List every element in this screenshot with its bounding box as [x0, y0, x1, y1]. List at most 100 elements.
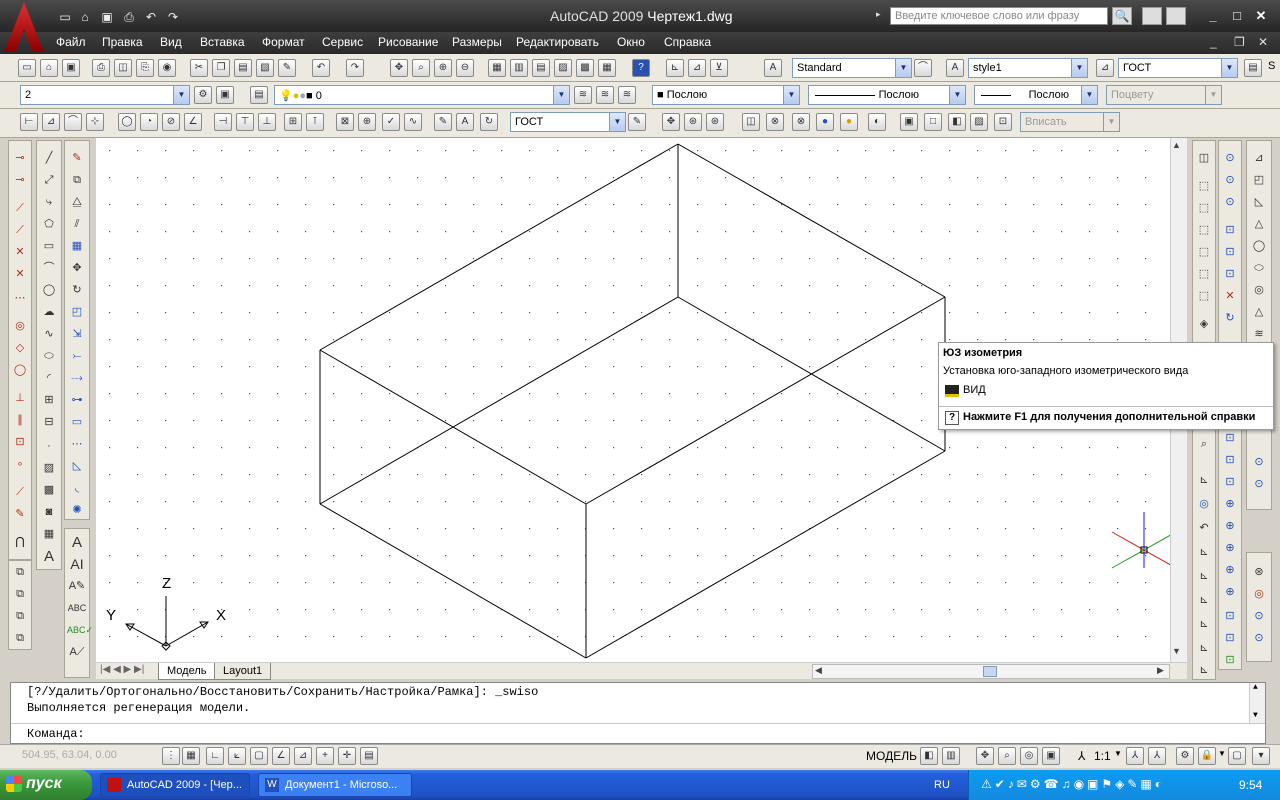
hatch-icon[interactable]: ▨	[39, 459, 59, 478]
chamfer-icon[interactable]: ◺	[67, 457, 87, 476]
new-layout-icon[interactable]: ⧉	[10, 563, 30, 582]
materials-icon[interactable]: ⊙	[1249, 475, 1269, 494]
dim-diameter-icon[interactable]: ⊘	[162, 113, 180, 131]
stretch-icon[interactable]: ⇲	[67, 325, 87, 344]
status-menu-icon[interactable]: ▾	[1252, 747, 1270, 765]
make-block-icon[interactable]: ⊟	[39, 413, 59, 432]
trim-icon[interactable]: ⤚	[67, 347, 87, 366]
line-icon[interactable]: ╱	[39, 149, 59, 168]
grid-mode-icon[interactable]: ▦	[182, 747, 200, 765]
dim-continue-icon[interactable]: ⊥	[258, 113, 276, 131]
block-editor-icon[interactable]: ✎	[278, 59, 296, 77]
new-file-icon[interactable]: ▭	[55, 9, 75, 25]
front-view-icon[interactable]: ⬚	[1194, 265, 1214, 284]
linetype-select[interactable]: Послою ▼	[808, 85, 966, 105]
auto-scale-icon[interactable]: ⅄	[1148, 747, 1166, 765]
revision-cloud-icon[interactable]: ☁	[39, 303, 59, 322]
properties-icon[interactable]: ▦	[488, 59, 506, 77]
cut-icon[interactable]: ✂	[190, 59, 208, 77]
menu-help[interactable]: Справка	[664, 35, 711, 49]
maximize-icon[interactable]: □	[1228, 8, 1246, 24]
3d-mirror-icon[interactable]: ⊡	[1220, 607, 1240, 626]
ucs-object-icon[interactable]: ⊾	[1194, 567, 1214, 586]
page-setup-icon[interactable]: ⧉	[10, 607, 30, 626]
construction-line-icon[interactable]: ⤢	[39, 171, 59, 190]
3d-orbit-icon[interactable]: ⊛	[684, 113, 702, 131]
multileader-style-icon[interactable]: ▤	[1244, 59, 1262, 77]
polygonal-viewport-icon[interactable]: ◧	[948, 113, 966, 131]
communication-center-icon[interactable]: ✆	[1142, 7, 1162, 25]
table-icon[interactable]: ▦	[39, 525, 59, 544]
make-current-icon[interactable]: ≋	[574, 86, 592, 104]
ucs-view-icon[interactable]: ⊾	[1194, 591, 1214, 610]
snap-insert-icon[interactable]: ⊡	[10, 433, 30, 452]
ucs-face-icon[interactable]: ⊾	[1194, 543, 1214, 562]
lineweight-select[interactable]: Послою ▼	[974, 85, 1098, 105]
search-expand-icon[interactable]: ▸	[876, 9, 881, 20]
snap-intersection-icon[interactable]: ✕	[10, 243, 30, 262]
clean-screen-icon[interactable]: ▢	[1228, 747, 1246, 765]
taskbar-autocad[interactable]: AutoCAD 2009 - [Чер...	[100, 773, 250, 797]
snap-perpendicular-icon[interactable]: ⊥	[10, 389, 30, 408]
ortho-mode-icon[interactable]: ∟	[206, 747, 224, 765]
left-view-icon[interactable]: ⬚	[1194, 221, 1214, 240]
open-file-icon[interactable]: ⌂	[75, 9, 95, 25]
dim-baseline-icon[interactable]: ⊤	[236, 113, 254, 131]
redo-icon[interactable]: ↷	[163, 9, 183, 25]
viewport-dialog-icon[interactable]: ▣	[900, 113, 918, 131]
layer-state-icon[interactable]: ≋	[618, 86, 636, 104]
chevron-down-icon[interactable]: ▼	[1114, 749, 1122, 758]
3d-move-icon[interactable]: ⊕	[1220, 495, 1240, 514]
layer-previous-icon[interactable]: ≋	[596, 86, 614, 104]
coordinates-readout[interactable]: 504.95, 63.04, 0.00	[22, 749, 117, 761]
mtext-icon[interactable]: A	[39, 547, 59, 566]
point-icon[interactable]: ·	[39, 437, 59, 456]
slice-icon[interactable]: ⊡	[1220, 629, 1240, 648]
dim-linear-icon[interactable]: ⊢	[20, 113, 38, 131]
scroll-right-icon[interactable]: ▶	[1157, 665, 1164, 676]
revolve-icon[interactable]: ✕	[1220, 287, 1240, 306]
osnap-settings-icon[interactable]: ⋂	[10, 533, 30, 552]
redo-icon[interactable]: ↷	[346, 59, 364, 77]
jogged-linear-icon[interactable]: ∿	[404, 113, 422, 131]
clip-viewport-icon[interactable]: ⊡	[994, 113, 1012, 131]
doc-close-icon[interactable]: ✕	[1258, 35, 1268, 49]
polygon-icon[interactable]: ⬠	[39, 215, 59, 234]
tab-layout1[interactable]: Layout1	[214, 663, 272, 680]
command-scrollbar[interactable]: ▲ ▼	[1249, 683, 1265, 723]
sweep-icon[interactable]: ⊡	[1220, 265, 1240, 284]
join-icon[interactable]: ⋯	[67, 435, 87, 454]
copy-icon[interactable]: ❐	[212, 59, 230, 77]
scroll-down-icon[interactable]: ▼	[1253, 711, 1258, 720]
wedge-solid-icon[interactable]: ◺	[1249, 193, 1269, 212]
offset-icon[interactable]: ⫽	[67, 215, 87, 234]
pyramid-icon[interactable]: △	[1249, 303, 1269, 322]
showmotion-icon[interactable]: ▣	[1042, 747, 1060, 765]
dyn-input-icon[interactable]: +	[316, 747, 334, 765]
fly-icon[interactable]: ⊛	[1249, 563, 1269, 582]
paste-icon[interactable]: ▤	[234, 59, 252, 77]
dim-style-manager-icon[interactable]: ⌒	[914, 59, 932, 77]
array-icon[interactable]: ▦	[67, 237, 87, 256]
sphere-icon[interactable]: ◯	[1249, 237, 1269, 256]
quick-dim-icon[interactable]: ⊣	[214, 113, 232, 131]
snap-nearest-icon[interactable]: ⟋	[10, 483, 30, 502]
ducs-icon[interactable]: ⊿	[294, 747, 312, 765]
sw-iso-view-icon[interactable]: ◈	[1194, 315, 1214, 334]
spell-check-icon[interactable]: ABC✓	[67, 621, 93, 640]
3d-rotate-icon[interactable]: ⊕	[1220, 517, 1240, 536]
close-icon[interactable]: ✕	[1252, 8, 1270, 24]
zoom-previous-icon[interactable]: ⊖	[456, 59, 474, 77]
scroll-down-icon[interactable]: ▼	[1172, 646, 1181, 656]
command-window[interactable]: [?/Удалить/Ортогонально/Восстановить/Сох…	[10, 682, 1266, 744]
dim-arc-icon[interactable]: ⌒	[64, 113, 82, 131]
subtract-icon[interactable]: ⊡	[1220, 451, 1240, 470]
extend-icon[interactable]: ⤏	[67, 369, 87, 388]
motion-path-icon[interactable]: ⊙	[1249, 629, 1269, 648]
loft-icon[interactable]: ↻	[1220, 309, 1240, 328]
layer-select[interactable]: 💡●●■ 0 ▼	[274, 85, 570, 105]
pan-icon[interactable]: ✥	[390, 59, 408, 77]
layer-properties-icon[interactable]: ▤	[250, 86, 268, 104]
chevron-down-icon[interactable]: ▼	[1218, 749, 1226, 758]
section-plane-icon[interactable]: ⊕	[1220, 583, 1240, 602]
